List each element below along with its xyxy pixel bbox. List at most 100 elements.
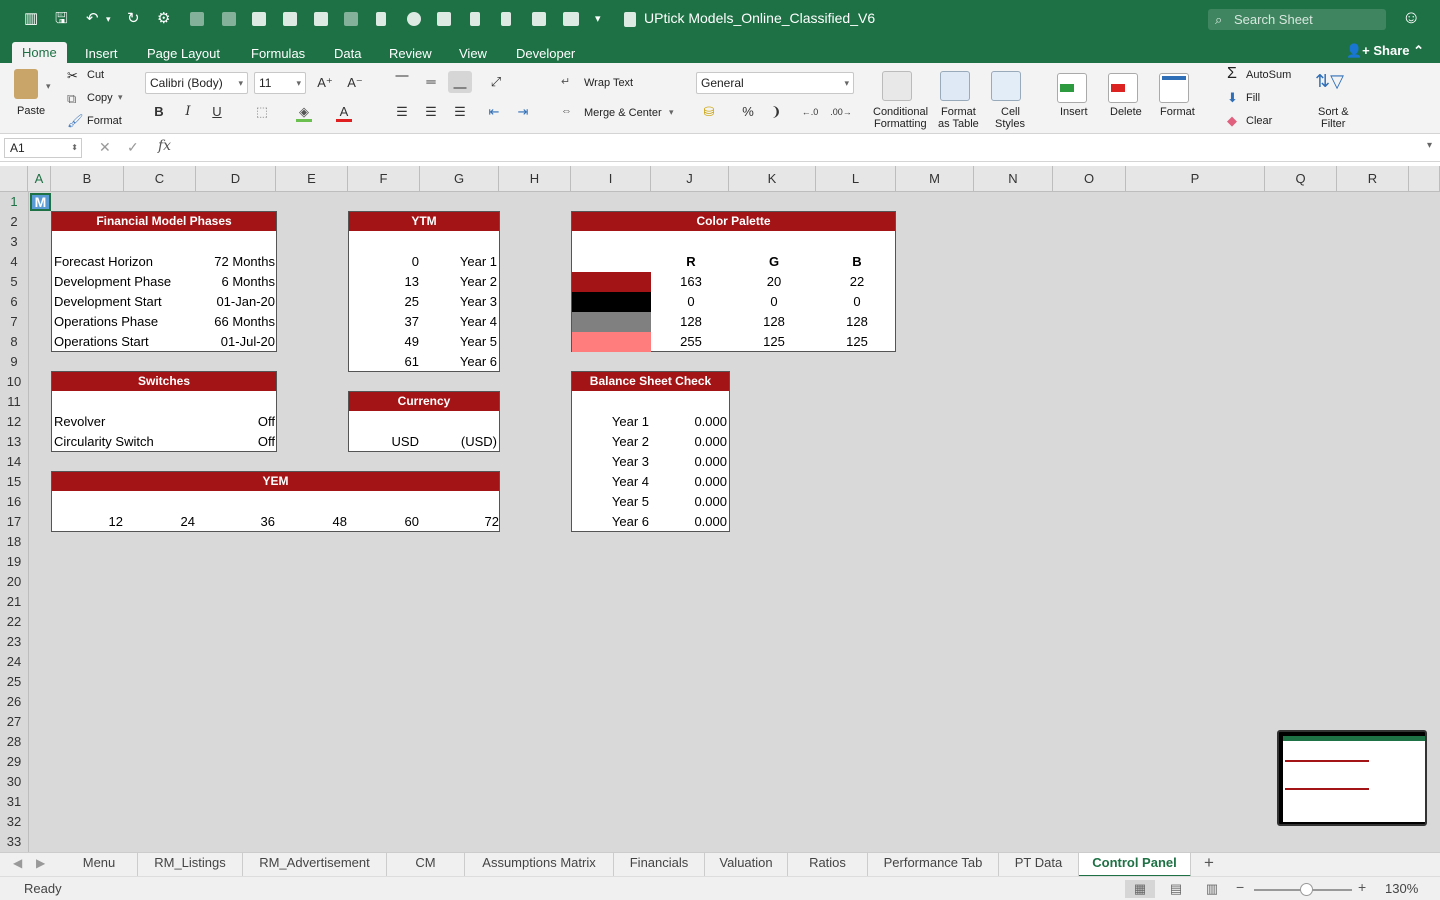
page-layout-view-icon[interactable]: ▤ xyxy=(1161,880,1191,898)
tab-review[interactable]: Review xyxy=(389,44,432,63)
decrease-indent-icon[interactable]: ⇤ xyxy=(482,101,506,123)
sort-filter-label-2[interactable]: Filter xyxy=(1321,118,1345,130)
tab-page-layout[interactable]: Page Layout xyxy=(147,44,220,63)
column-header-d[interactable]: D xyxy=(196,166,276,191)
ytm-year[interactable]: Year 5 xyxy=(429,332,497,352)
merge-center-button[interactable]: Merge & Center xyxy=(584,107,662,119)
autosum-button[interactable]: AutoSum xyxy=(1246,69,1291,81)
column-header-r[interactable]: R xyxy=(1337,166,1409,191)
conditional-formatting-label-2[interactable]: Formatting xyxy=(874,118,927,130)
column-header-n[interactable]: N xyxy=(974,166,1053,191)
enter-icon[interactable]: ✓ xyxy=(127,139,139,156)
expand-formula-icon[interactable]: ▾ xyxy=(1427,140,1432,151)
copy-icon[interactable]: ⧉ xyxy=(67,91,76,107)
underline-button[interactable]: U xyxy=(205,101,229,123)
quick-access-icon[interactable] xyxy=(314,12,328,26)
palette-b[interactable]: 125 xyxy=(817,332,897,352)
cell-styles-icon[interactable] xyxy=(991,71,1021,101)
insert-function-button[interactable]: fx xyxy=(158,138,171,154)
balance-value[interactable]: 0.000 xyxy=(652,512,727,532)
row-header-19[interactable]: 19 xyxy=(0,552,28,572)
ytm-month[interactable]: 25 xyxy=(349,292,419,312)
sheet-tab[interactable]: Control Panel xyxy=(1079,853,1191,877)
decrease-decimal-icon[interactable]: .00→ xyxy=(829,101,853,123)
sheet-tab[interactable]: Ratios xyxy=(788,853,868,877)
zoom-out-icon[interactable]: − xyxy=(1236,879,1244,895)
row-header-13[interactable]: 13 xyxy=(0,432,28,452)
row-header-14[interactable]: 14 xyxy=(0,452,28,472)
yem-value[interactable]: 72 xyxy=(439,512,499,532)
paste-icon[interactable] xyxy=(14,69,38,99)
sort-filter-label[interactable]: Sort & xyxy=(1318,106,1349,118)
normal-view-icon[interactable]: ▦ xyxy=(1125,880,1155,898)
ytm-month[interactable]: 37 xyxy=(349,312,419,332)
ytm-month[interactable]: 49 xyxy=(349,332,419,352)
zoom-slider-knob[interactable] xyxy=(1300,883,1313,896)
insert-cells-button[interactable]: Insert xyxy=(1060,106,1088,118)
paste-label[interactable]: Paste xyxy=(17,105,45,117)
format-as-table-label[interactable]: Format xyxy=(941,106,976,118)
cell-styles-label[interactable]: Cell xyxy=(1001,106,1020,118)
format-cells-button[interactable]: Format xyxy=(1160,106,1195,118)
zoom-level[interactable]: 130% xyxy=(1385,881,1418,896)
feedback-smiley-icon[interactable]: ☺ xyxy=(1402,7,1420,28)
row-header-26[interactable]: 26 xyxy=(0,692,28,712)
format-as-table-label-2[interactable]: as Table xyxy=(938,118,979,130)
sort-filter-icon[interactable]: ⇅▽ xyxy=(1315,71,1344,92)
palette-g[interactable]: 125 xyxy=(733,332,815,352)
row-header-22[interactable]: 22 xyxy=(0,612,28,632)
balance-value[interactable]: 0.000 xyxy=(652,452,727,472)
tab-formulas[interactable]: Formulas xyxy=(251,44,305,63)
palette-g[interactable]: 128 xyxy=(733,312,815,332)
balance-year[interactable]: Year 5 xyxy=(572,492,649,512)
phase-value[interactable]: 6 Months xyxy=(172,272,275,292)
italic-button[interactable]: I xyxy=(176,101,200,123)
column-header-j[interactable]: J xyxy=(651,166,729,191)
number-format-select[interactable]: General ▾ xyxy=(696,72,854,94)
column-header-q[interactable]: Q xyxy=(1265,166,1337,191)
quick-access-icon[interactable] xyxy=(283,12,297,26)
quick-access-icon[interactable] xyxy=(532,12,546,26)
prev-sheet-icon[interactable]: ◀ xyxy=(13,856,22,870)
row-header-20[interactable]: 20 xyxy=(0,572,28,592)
phase-value[interactable]: 01-Jul-20 xyxy=(172,332,275,352)
ytm-month[interactable]: 13 xyxy=(349,272,419,292)
row-header-10[interactable]: 10 xyxy=(0,372,28,392)
ytm-year[interactable]: Year 4 xyxy=(429,312,497,332)
zoom-in-icon[interactable]: + xyxy=(1358,879,1366,895)
row-header-32[interactable]: 32 xyxy=(0,812,28,832)
worksheet-grid[interactable]: ABCDEFGHIJKLMNOPQR 1 2 3 4 5 6 7 8 9 10 11 12 13 14 15… xyxy=(0,166,1440,852)
orientation-icon[interactable]: ⤢ xyxy=(484,71,508,93)
copy-button[interactable]: Copy xyxy=(87,92,113,104)
column-header-p[interactable]: P xyxy=(1126,166,1265,191)
cell-a1[interactable]: M xyxy=(30,193,51,211)
switch-label[interactable]: Revolver xyxy=(54,412,194,432)
align-right-icon[interactable]: ☰ xyxy=(448,101,472,123)
format-as-table-icon[interactable] xyxy=(940,71,970,101)
undo-icon[interactable]: ↶ xyxy=(86,9,99,29)
row-header-23[interactable]: 23 xyxy=(0,632,28,652)
phase-value[interactable]: 72 Months xyxy=(172,252,275,272)
increase-decimal-icon[interactable]: ←.0 xyxy=(798,101,822,123)
select-all-corner[interactable] xyxy=(0,166,28,191)
row-header-11[interactable]: 11 xyxy=(0,392,28,412)
currency-code[interactable]: USD xyxy=(349,432,419,452)
add-sheet-icon[interactable]: + xyxy=(1204,853,1214,873)
autosum-icon[interactable]: Σ xyxy=(1227,65,1237,83)
yem-value[interactable]: 12 xyxy=(63,512,123,532)
borders-icon[interactable]: ⬚ xyxy=(250,101,274,123)
ytm-year[interactable]: Year 2 xyxy=(429,272,497,292)
palette-r[interactable]: 0 xyxy=(651,292,731,312)
font-name-select[interactable]: Calibri (Body) ▾ xyxy=(145,72,248,94)
conditional-formatting-icon[interactable] xyxy=(882,71,912,101)
column-header-i[interactable]: I xyxy=(571,166,651,191)
row-header-25[interactable]: 25 xyxy=(0,672,28,692)
palette-b[interactable]: 22 xyxy=(817,272,897,292)
bold-button[interactable]: B xyxy=(147,101,171,123)
customize-toolbar-icon[interactable]: ▾ xyxy=(595,9,601,29)
tab-developer[interactable]: Developer xyxy=(516,44,575,63)
increase-font-icon[interactable]: A⁺ xyxy=(313,72,337,94)
phase-value[interactable]: 66 Months xyxy=(172,312,275,332)
format-painter-button[interactable]: Format xyxy=(87,115,122,127)
row-header-21[interactable]: 21 xyxy=(0,592,28,612)
